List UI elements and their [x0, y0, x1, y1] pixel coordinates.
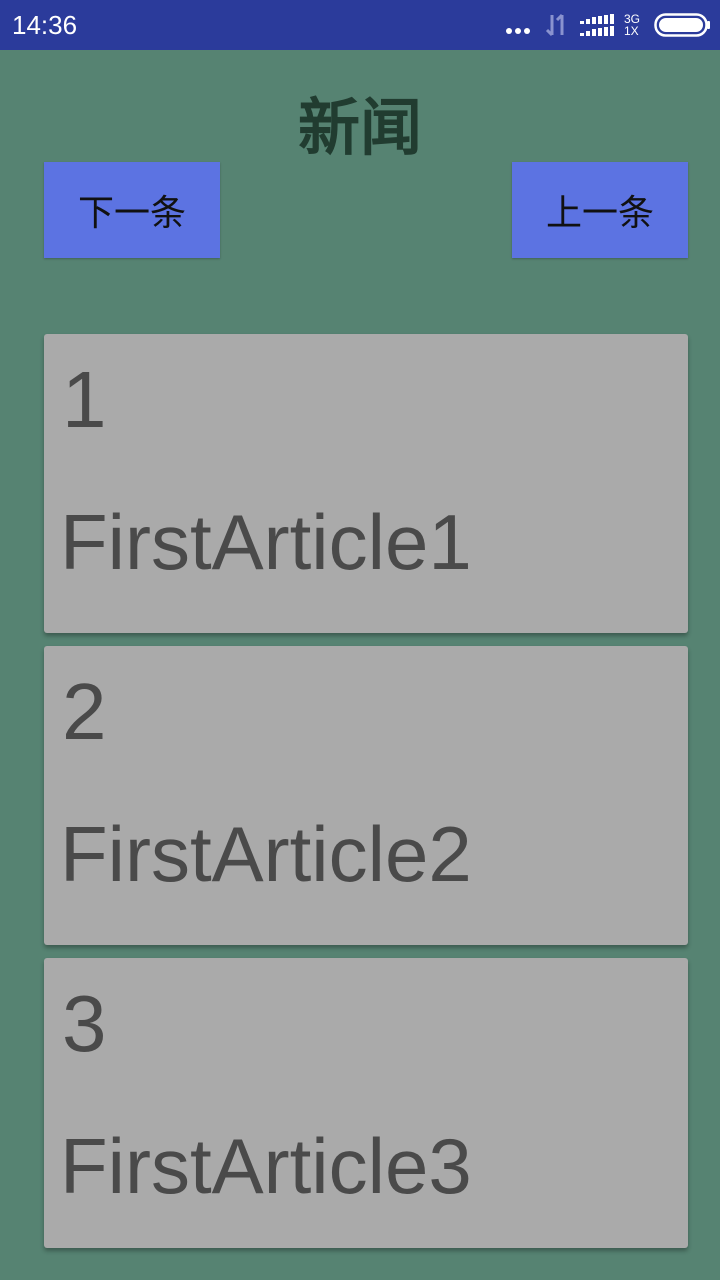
status-bar: 14:36 3G 1X: [0, 0, 720, 50]
previous-button[interactable]: 上一条: [512, 162, 688, 258]
page-title: 新闻: [297, 91, 422, 164]
article-card[interactable]: 1 FirstArticle1: [44, 334, 688, 633]
battery-icon: [654, 13, 710, 37]
article-title: FirstArticle1: [60, 498, 472, 586]
network-type-bottom: 1X: [623, 24, 639, 38]
status-icons: 3G 1X: [505, 0, 710, 50]
article-number: 1: [62, 355, 107, 444]
more-dots-icon: [505, 28, 530, 34]
article-title: FirstArticle2: [60, 810, 472, 898]
article-number: 2: [62, 667, 107, 756]
article-title: FirstArticle3: [60, 1122, 472, 1210]
article-number: 3: [62, 979, 107, 1068]
status-time: 14:36: [12, 10, 78, 40]
article-card[interactable]: 2 FirstArticle2: [44, 646, 688, 945]
network-type: 3G 1X: [624, 13, 640, 37]
article-card[interactable]: 3 FirstArticle3: [44, 958, 688, 1248]
data-transfer-icon: [545, 13, 564, 37]
next-button[interactable]: 下一条: [44, 162, 220, 258]
signal-strength-icon: [579, 14, 614, 36]
